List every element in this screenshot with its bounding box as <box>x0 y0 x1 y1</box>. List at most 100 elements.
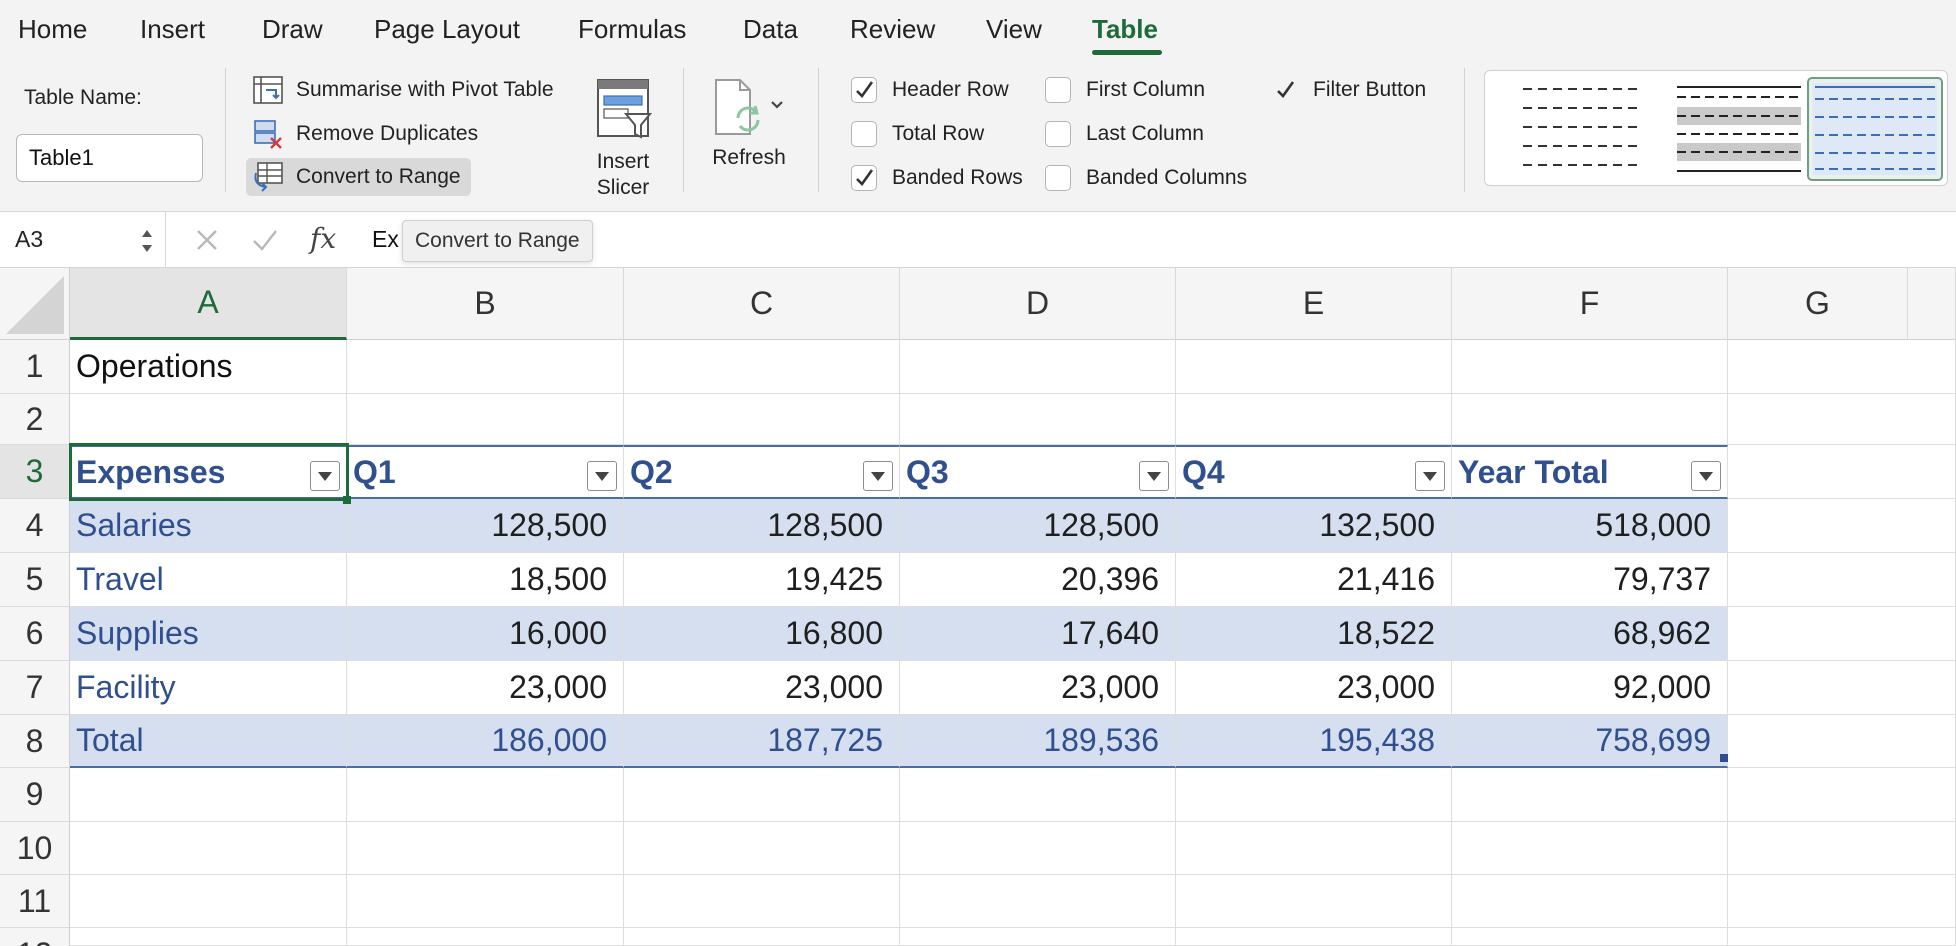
cell[interactable] <box>70 875 347 928</box>
cell[interactable] <box>347 822 624 875</box>
table-cell[interactable]: 20,396 <box>900 553 1176 607</box>
table-style-light-option[interactable] <box>1513 77 1649 181</box>
tab-home[interactable]: Home <box>18 14 87 45</box>
last-column-option[interactable]: Last Column <box>1045 118 1204 150</box>
first-column-option[interactable]: First Column <box>1045 74 1205 106</box>
cell[interactable] <box>624 822 900 875</box>
cell[interactable] <box>1728 499 1956 553</box>
cell[interactable] <box>347 928 624 946</box>
row-header-2[interactable]: 2 <box>0 394 70 445</box>
table-header-cell[interactable]: Expenses <box>70 445 347 499</box>
cell[interactable] <box>347 768 624 822</box>
table-cell[interactable]: 132,500 <box>1176 499 1452 553</box>
table-cell[interactable]: 186,000 <box>347 715 624 768</box>
table-cell[interactable]: 128,500 <box>347 499 624 553</box>
cell[interactable] <box>1728 822 1956 875</box>
table-name-input[interactable]: Table1 <box>16 134 203 182</box>
row-header-4[interactable]: 4 <box>0 499 70 553</box>
name-box-stepper-icon[interactable] <box>140 226 154 256</box>
table-resize-handle[interactable] <box>1720 754 1728 762</box>
insert-function-icon[interactable]: fx <box>308 218 348 262</box>
cell[interactable] <box>70 928 347 946</box>
table-style-medium-option[interactable] <box>1671 77 1807 181</box>
first-column-checkbox[interactable] <box>1045 77 1071 103</box>
table-cell[interactable]: 128,500 <box>624 499 900 553</box>
total-row-option[interactable]: Total Row <box>851 118 984 150</box>
table-row-label[interactable]: Travel <box>70 553 347 607</box>
table-cell[interactable]: 21,416 <box>1176 553 1452 607</box>
table-cell[interactable]: 18,522 <box>1176 607 1452 661</box>
last-column-checkbox[interactable] <box>1045 121 1071 147</box>
fill-handle[interactable] <box>343 496 351 504</box>
filter-dropdown-button[interactable] <box>1415 461 1445 491</box>
filter-dropdown-button[interactable] <box>310 461 340 491</box>
row-header-5[interactable]: 5 <box>0 553 70 607</box>
cell[interactable] <box>347 875 624 928</box>
cell[interactable] <box>900 822 1176 875</box>
table-header-cell[interactable]: Q4 <box>1176 445 1452 499</box>
table-cell[interactable]: 92,000 <box>1452 661 1728 715</box>
cell[interactable] <box>1728 340 1956 394</box>
table-header-cell[interactable]: Year Total <box>1452 445 1728 499</box>
cell[interactable] <box>624 394 900 445</box>
table-cell[interactable]: 195,438 <box>1176 715 1452 768</box>
tab-view[interactable]: View <box>986 14 1042 45</box>
cell[interactable] <box>624 768 900 822</box>
tab-insert[interactable]: Insert <box>140 14 205 45</box>
enter-check-icon[interactable] <box>250 220 280 260</box>
table-row-label[interactable]: Facility <box>70 661 347 715</box>
cell[interactable] <box>70 822 347 875</box>
banded-columns-option[interactable]: Banded Columns <box>1045 162 1247 194</box>
table-header-cell[interactable]: Q3 <box>900 445 1176 499</box>
row-header-11[interactable]: 11 <box>0 875 70 928</box>
cell[interactable] <box>1452 768 1728 822</box>
table-header-cell[interactable]: Q2 <box>624 445 900 499</box>
table-cell[interactable]: 23,000 <box>624 661 900 715</box>
filter-button-checkbox[interactable] <box>1272 77 1298 103</box>
table-cell[interactable]: 18,500 <box>347 553 624 607</box>
tab-page-layout[interactable]: Page Layout <box>374 14 520 45</box>
row-header-1[interactable]: 1 <box>0 340 70 394</box>
cell[interactable] <box>1452 928 1728 946</box>
tab-draw[interactable]: Draw <box>262 14 323 45</box>
sheet-title-cell[interactable]: Operations <box>70 340 347 394</box>
banded-rows-option[interactable]: Banded Rows <box>851 162 1023 194</box>
cancel-icon[interactable] <box>192 220 222 260</box>
select-all-corner[interactable] <box>0 268 70 340</box>
cell[interactable] <box>900 928 1176 946</box>
row-header-7[interactable]: 7 <box>0 661 70 715</box>
banded-columns-checkbox[interactable] <box>1045 165 1071 191</box>
table-cell[interactable]: 758,699 <box>1452 715 1728 768</box>
insert-slicer-button[interactable]: Insert Slicer <box>590 76 656 201</box>
filter-button-option[interactable]: Filter Button <box>1272 74 1426 106</box>
cell[interactable] <box>624 875 900 928</box>
tab-formulas[interactable]: Formulas <box>578 14 686 45</box>
table-cell[interactable]: 23,000 <box>900 661 1176 715</box>
cell[interactable] <box>1728 553 1956 607</box>
table-cell[interactable]: 16,000 <box>347 607 624 661</box>
column-header-c[interactable]: C <box>624 268 900 340</box>
banded-rows-checkbox[interactable] <box>851 165 877 191</box>
table-cell[interactable]: 23,000 <box>347 661 624 715</box>
tab-data[interactable]: Data <box>743 14 798 45</box>
cell[interactable] <box>900 394 1176 445</box>
filter-dropdown-button[interactable] <box>1691 461 1721 491</box>
cell[interactable] <box>1176 768 1452 822</box>
row-header-10[interactable]: 10 <box>0 822 70 875</box>
remove-duplicates-button[interactable]: Remove Duplicates <box>246 115 488 153</box>
table-cell[interactable]: 17,640 <box>900 607 1176 661</box>
tab-table[interactable]: Table <box>1092 14 1158 45</box>
total-row-checkbox[interactable] <box>851 121 877 147</box>
column-header-e[interactable]: E <box>1176 268 1452 340</box>
column-header-f[interactable]: F <box>1452 268 1728 340</box>
cell[interactable] <box>1728 768 1956 822</box>
table-cell[interactable]: 68,962 <box>1452 607 1728 661</box>
cell[interactable] <box>1176 394 1452 445</box>
cell[interactable] <box>624 340 900 394</box>
refresh-button[interactable]: Refresh <box>708 76 790 171</box>
column-header-d[interactable]: D <box>900 268 1176 340</box>
table-cell[interactable]: 189,536 <box>900 715 1176 768</box>
row-header-9[interactable]: 9 <box>0 768 70 822</box>
table-row-label[interactable]: Total <box>70 715 347 768</box>
table-row-label[interactable]: Supplies <box>70 607 347 661</box>
